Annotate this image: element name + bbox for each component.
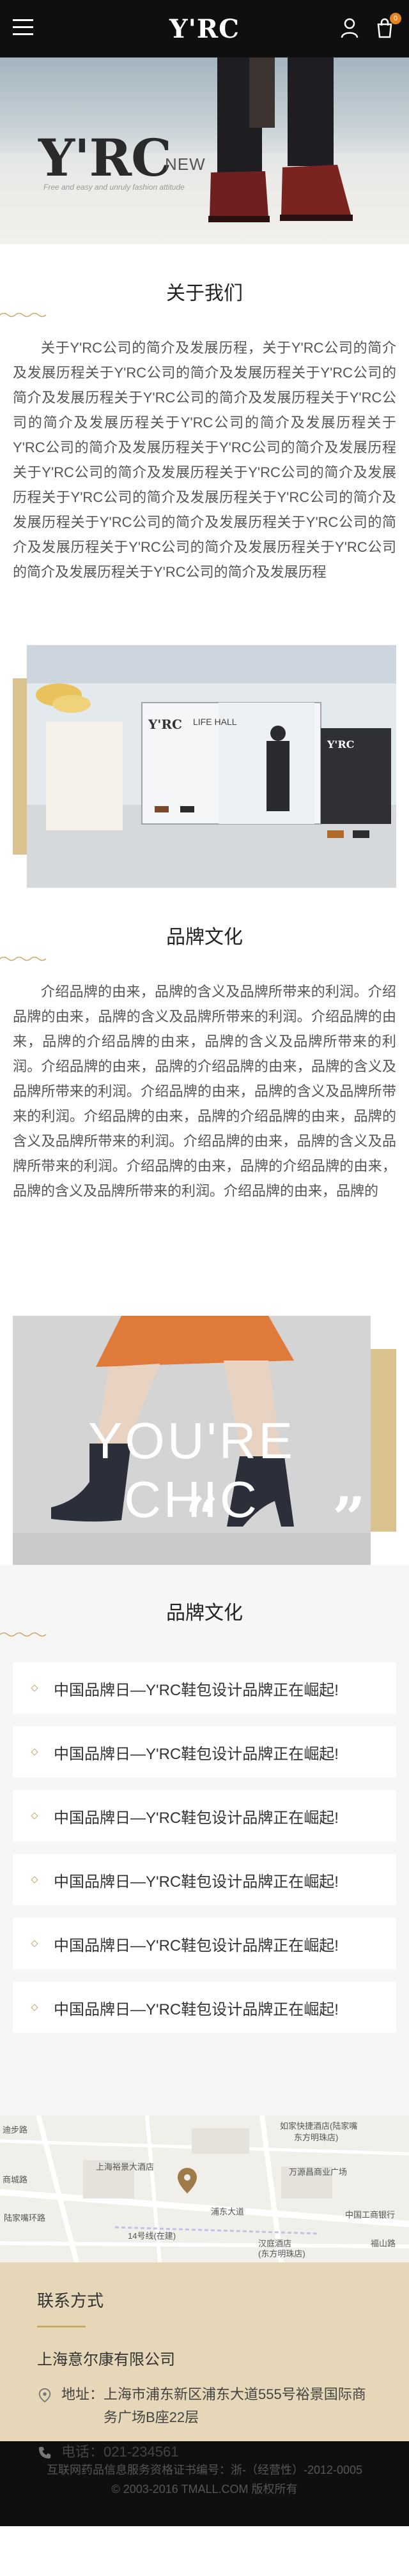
title-wave-divider bbox=[0, 312, 47, 317]
company-name: 上海意尔康有限公司 bbox=[37, 2351, 175, 2368]
news-item[interactable]: 中国品牌日—Y'RC鞋包设计品牌正在崛起! bbox=[13, 1663, 396, 1714]
address-label: 地址： bbox=[61, 2386, 104, 2402]
news-item-title: 中国品牌日—Y'RC鞋包设计品牌正在崛起! bbox=[54, 1937, 339, 1955]
map-label: 商城路 bbox=[3, 2175, 28, 2184]
news-item-title: 中国品牌日—Y'RC鞋包设计品牌正在崛起! bbox=[54, 1809, 339, 1827]
about-text: 关于Y'RC公司的简介及发展历程，关于Y'RC公司的简介及发展历程关于Y'RC公… bbox=[13, 340, 396, 580]
store-photo: Y'RC LIFE HALL Y'RC bbox=[27, 645, 396, 888]
store-interior-image bbox=[27, 645, 396, 888]
phone-icon bbox=[38, 2446, 51, 2459]
news-item-title: 中国品牌日—Y'RC鞋包设计品牌正在崛起! bbox=[54, 1873, 339, 1891]
chic-photo: YOU'RE CHIC “ ” bbox=[13, 1316, 371, 1565]
news-item[interactable]: 中国品牌日—Y'RC鞋包设计品牌正在崛起! bbox=[13, 1854, 396, 1905]
map-label: 如家快捷酒店(陆家嘴 bbox=[280, 2121, 358, 2131]
news-item-title: 中国品牌日—Y'RC鞋包设计品牌正在崛起! bbox=[54, 2001, 339, 2018]
news-item[interactable]: 中国品牌日—Y'RC鞋包设计品牌正在崛起! bbox=[13, 1918, 396, 1969]
gold-accent-block bbox=[368, 1349, 396, 1532]
top-header: Y'RC 0 bbox=[0, 0, 409, 57]
news-item-title: 中国品牌日—Y'RC鞋包设计品牌正在崛起! bbox=[54, 1745, 339, 1763]
contact-divider bbox=[37, 2326, 86, 2328]
store-hall-sign: LIFE HALL bbox=[193, 717, 237, 727]
about-title: 关于我们 bbox=[166, 283, 243, 304]
news-item[interactable]: 中国品牌日—Y'RC鞋包设计品牌正在崛起! bbox=[13, 1790, 396, 1841]
map-label: 中国工商银行 bbox=[345, 2210, 396, 2220]
hero-tagline: Free and easy and unruly fashion attitud… bbox=[43, 183, 185, 192]
quote-open-icon: “ bbox=[185, 1484, 219, 1552]
license-text: 互联网药品信息服务资格证书编号：浙-（经营性）-2012-0005 bbox=[46, 2464, 363, 2476]
chic-photo-block: YOU'RE CHIC “ ” bbox=[0, 1316, 409, 1565]
map-label: 迪步路 bbox=[3, 2125, 28, 2135]
map-label: 东方明珠店) bbox=[294, 2133, 339, 2142]
news-item[interactable]: 中国品牌日—Y'RC鞋包设计品牌正在崛起! bbox=[13, 1982, 396, 2033]
quote-close-icon: ” bbox=[332, 1484, 366, 1552]
store-brand-sign: Y'RC bbox=[148, 717, 182, 732]
diamond-bullet-icon bbox=[31, 1748, 38, 1756]
map-label: 上海裕景大酒店 bbox=[96, 2162, 155, 2172]
location-pin-icon bbox=[38, 2388, 51, 2402]
diamond-bullet-icon bbox=[31, 2004, 38, 2011]
copyright-text: © 2003-2016 TMALL.COM 版权所有 bbox=[111, 2483, 298, 2496]
location-map[interactable]: 迪步路 如家快捷酒店(陆家嘴 东方明珠店) 上海裕景大酒店 万源昌商业广场 浦东… bbox=[0, 2115, 409, 2262]
contact-title: 联系方式 bbox=[37, 2291, 104, 2310]
news-item[interactable]: 中国品牌日—Y'RC鞋包设计品牌正在崛起! bbox=[13, 1726, 396, 1778]
news-title: 品牌文化 bbox=[166, 1603, 243, 1624]
store-photo-block: Y'RC LIFE HALL Y'RC bbox=[0, 645, 409, 888]
user-icon[interactable] bbox=[340, 18, 359, 38]
map-label: 福山路 bbox=[371, 2239, 396, 2248]
diamond-bullet-icon bbox=[31, 1940, 38, 1947]
map-label: (东方明珠店) bbox=[258, 2249, 305, 2259]
map-pin-icon bbox=[178, 2168, 197, 2193]
news-item-title: 中国品牌日—Y'RC鞋包设计品牌正在崛起! bbox=[54, 1681, 339, 1699]
diamond-bullet-icon bbox=[31, 1812, 38, 1820]
title-wave-divider bbox=[0, 956, 47, 961]
culture-text: 介绍品牌的由来，品牌的含义及品牌所带来的利润。介绍品牌的由来，品牌的含义及品牌所… bbox=[13, 984, 396, 1199]
brand-culture-section: 品牌文化 介绍品牌的由来，品牌的含义及品牌所带来的利润。介绍品牌的由来，品牌的含… bbox=[0, 888, 409, 1316]
title-wave-divider bbox=[0, 1632, 47, 1637]
map-roads bbox=[0, 2115, 409, 2262]
store-window-sign: Y'RC bbox=[327, 738, 355, 751]
map-label: 14号线(在建) bbox=[128, 2231, 176, 2241]
diamond-bullet-icon bbox=[31, 1684, 38, 1692]
hero-brand-text: Y'RC bbox=[38, 128, 172, 188]
news-section: 品牌文化 中国品牌日—Y'RC鞋包设计品牌正在崛起! 中国品牌日—Y'RC鞋包设… bbox=[0, 1565, 409, 2115]
address-value: 上海市浦东新区浦东大道555号裕景国际商务广场B座22层 bbox=[104, 2386, 366, 2425]
cart-count-badge: 0 bbox=[390, 13, 401, 24]
diamond-bullet-icon bbox=[31, 1876, 38, 1884]
map-label: 浦东大道 bbox=[211, 2207, 245, 2216]
contact-section: 联系方式 上海意尔康有限公司 地址： 上海市浦东新区浦东大道555号裕景国际商务… bbox=[0, 2262, 409, 2460]
map-label: 万源昌商业广场 bbox=[289, 2167, 348, 2177]
hero-banner[interactable]: Y'RC NEW Free and easy and unruly fashio… bbox=[0, 57, 409, 244]
culture-title: 品牌文化 bbox=[166, 927, 243, 948]
map-label: 陆家嘴环路 bbox=[4, 2213, 46, 2223]
news-list: 中国品牌日—Y'RC鞋包设计品牌正在崛起! 中国品牌日—Y'RC鞋包设计品牌正在… bbox=[0, 1641, 409, 2033]
hero-new-label: NEW bbox=[165, 155, 206, 174]
about-section: 关于我们 关于Y'RC公司的简介及发展历程，关于Y'RC公司的简介及发展历程关于… bbox=[0, 244, 409, 645]
address-row: 地址： 上海市浦东新区浦东大道555号裕景国际商务广场B座22层 bbox=[37, 2383, 409, 2429]
hero-shoes-image bbox=[208, 57, 353, 222]
